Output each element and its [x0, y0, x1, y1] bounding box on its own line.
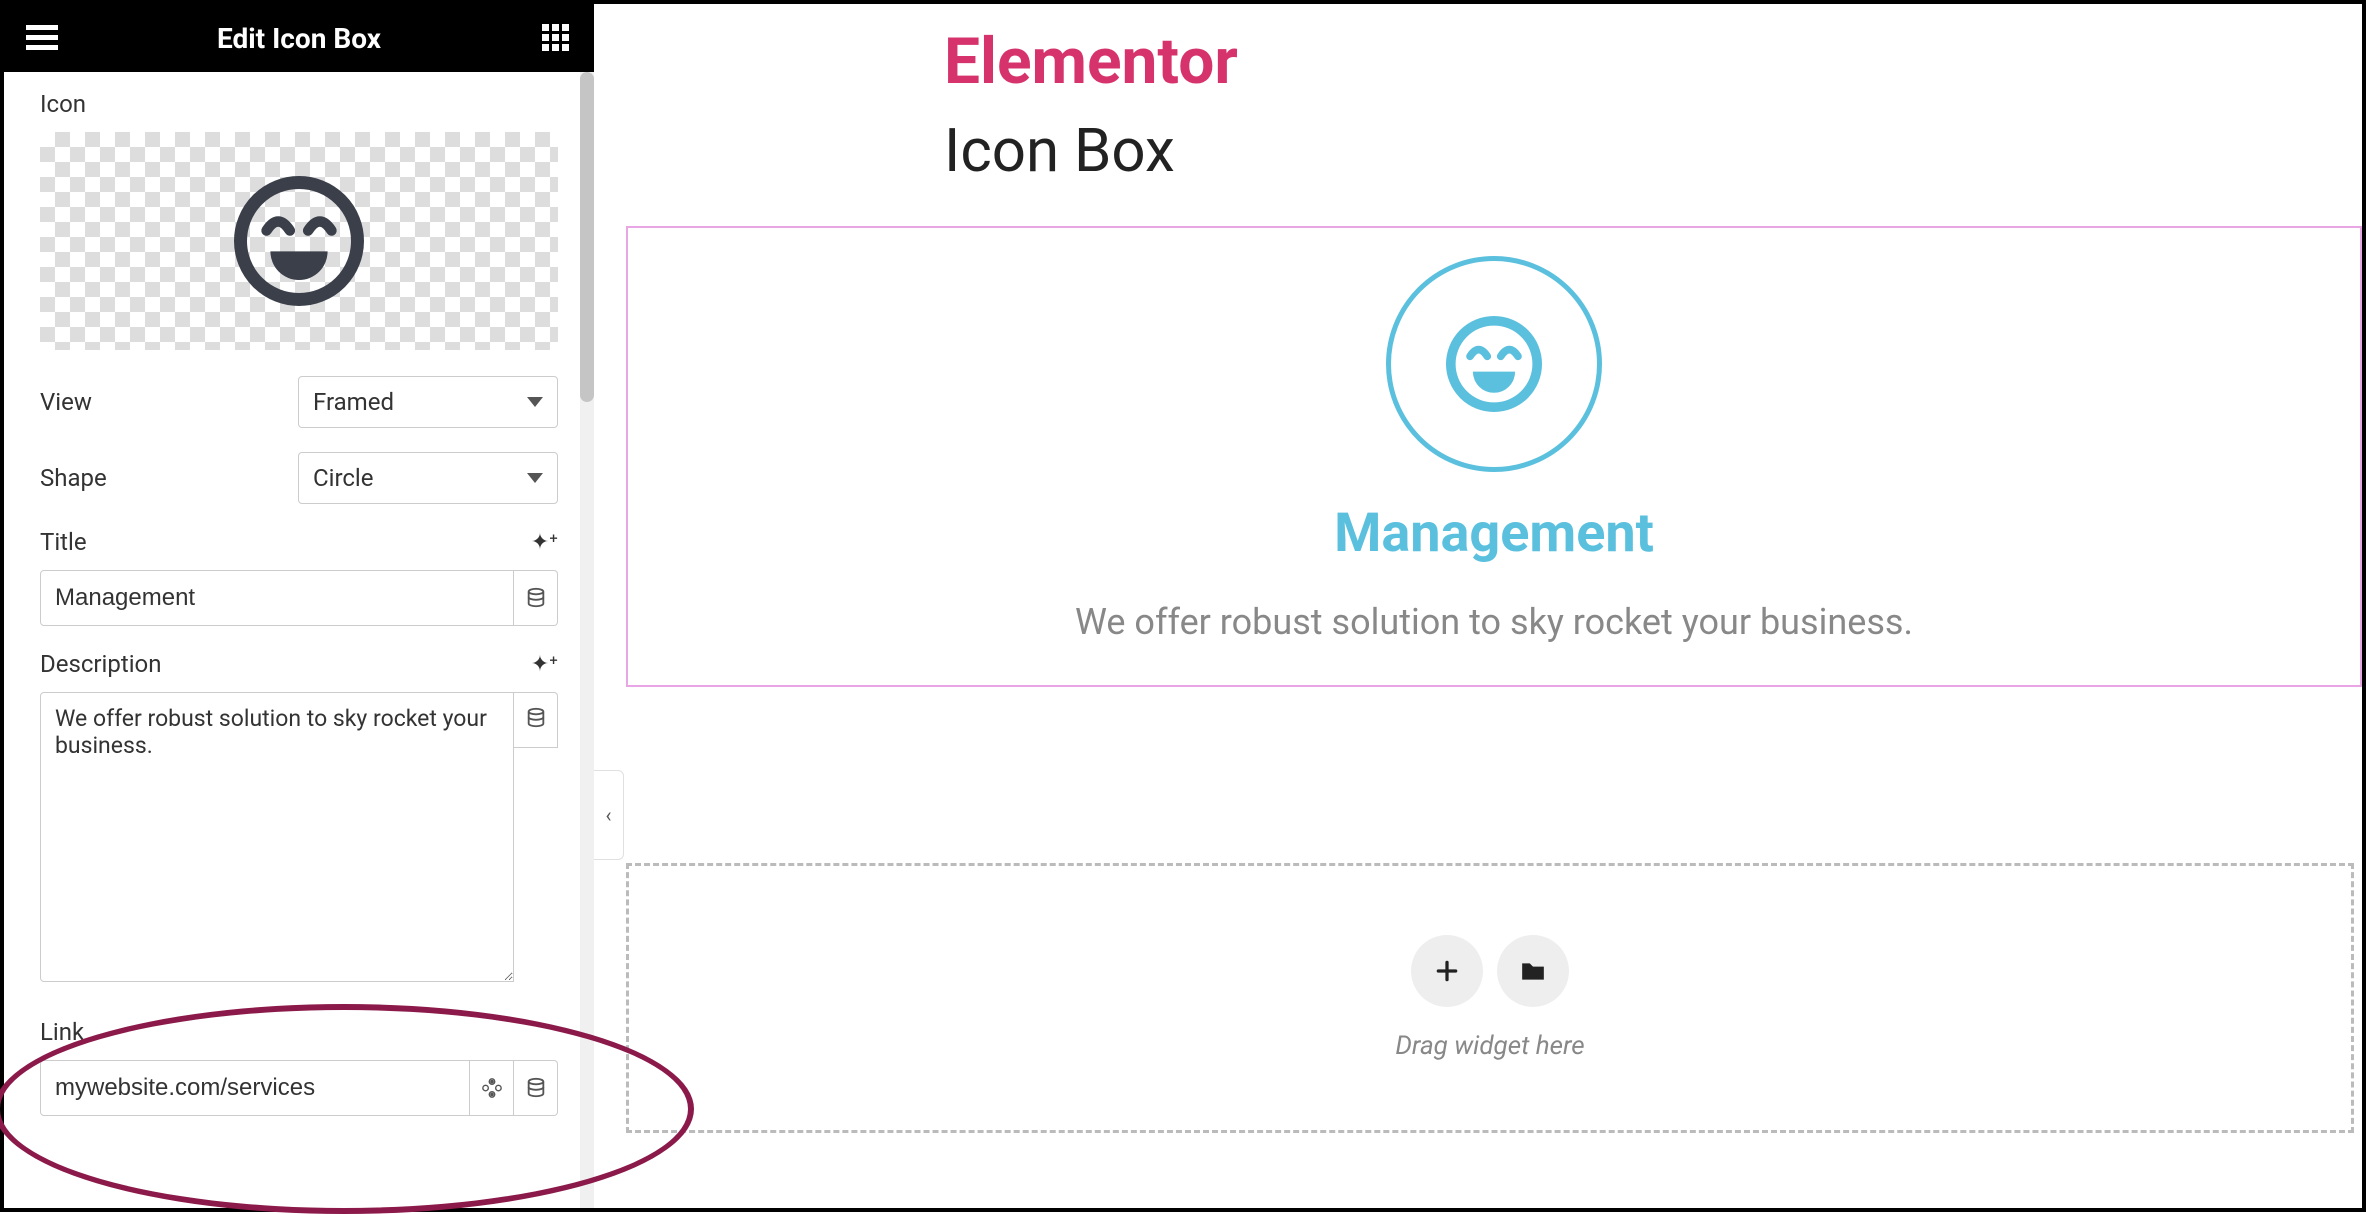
dropzone-label: Drag widget here [1395, 1031, 1584, 1061]
description-label: Description [40, 650, 162, 678]
plus-icon [1434, 958, 1460, 984]
shape-label: Shape [40, 464, 107, 492]
iconbox-framed-circle [1386, 256, 1602, 472]
title-label: Title [40, 528, 87, 556]
dynamic-tags-icon[interactable] [514, 1060, 558, 1116]
page-title: Icon Box [618, 115, 2362, 226]
widgets-grid-icon[interactable] [538, 20, 574, 56]
link-input[interactable] [40, 1060, 470, 1116]
menu-icon[interactable] [24, 20, 60, 56]
preview-area: ‹ Elementor Icon Box Management We offer… [594, 4, 2362, 1208]
iconbox-widget[interactable]: Management We offer robust solution to s… [626, 226, 2362, 687]
icon-preview[interactable] [40, 132, 558, 350]
iconbox-title: Management [648, 502, 2340, 565]
description-textarea[interactable] [40, 692, 514, 982]
add-section-button[interactable] [1411, 935, 1483, 1007]
brand-title: Elementor [618, 4, 2362, 115]
panel-header: Edit Icon Box [4, 4, 594, 72]
link-options-icon[interactable] [470, 1060, 514, 1116]
dynamic-tags-icon[interactable] [514, 692, 558, 748]
panel-title: Edit Icon Box [60, 22, 538, 55]
ai-sparkle-icon[interactable]: ✦⁺ [531, 652, 558, 677]
collapse-panel-button[interactable]: ‹ [594, 770, 624, 860]
ai-sparkle-icon[interactable]: ✦⁺ [531, 530, 558, 555]
laugh-beam-icon [234, 176, 364, 306]
shape-select[interactable]: Circle [298, 452, 558, 504]
folder-icon [1520, 960, 1546, 982]
shape-select-value: Circle [313, 464, 374, 492]
iconbox-description: We offer robust solution to sky rocket y… [648, 601, 2340, 643]
laugh-beam-icon [1446, 316, 1542, 412]
widget-dropzone[interactable]: Drag widget here [626, 863, 2354, 1133]
view-label: View [40, 388, 92, 416]
title-input[interactable] [40, 570, 514, 626]
link-label: Link [40, 1018, 558, 1046]
view-select[interactable]: Framed [298, 376, 558, 428]
icon-label: Icon [40, 90, 558, 118]
panel-scrollbar[interactable] [580, 72, 594, 1208]
dynamic-tags-icon[interactable] [514, 570, 558, 626]
view-select-value: Framed [313, 388, 394, 416]
editor-panel: Edit Icon Box Icon View Framed [4, 4, 594, 1208]
add-template-button[interactable] [1497, 935, 1569, 1007]
chevron-down-icon [527, 473, 543, 483]
chevron-down-icon [527, 397, 543, 407]
